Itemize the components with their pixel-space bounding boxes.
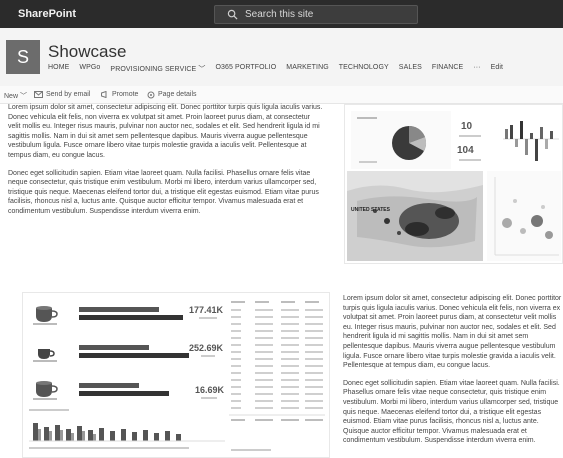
search-icon (227, 9, 238, 20)
coffee-cup-icon (33, 306, 58, 325)
app-name[interactable]: SharePoint (18, 8, 76, 20)
settings-icon (147, 91, 155, 99)
site-title[interactable]: Showcase (48, 42, 126, 62)
nav-technology[interactable]: TECHNOLOGY (339, 64, 389, 74)
new-button[interactable]: New ﹀ (4, 91, 27, 101)
search-box[interactable]: Search this site (214, 5, 418, 24)
content-text-right: Lorem ipsum dolor sit amet, consectetur … (343, 294, 563, 458)
kpi-caption-c (201, 397, 217, 399)
kpi-caption-1 (459, 135, 481, 137)
map-graphic (347, 171, 483, 261)
waterfall-chart (503, 121, 559, 161)
nav-o365-portfolio[interactable]: O365 PORTFOLIO (215, 64, 276, 74)
promote-button[interactable]: Promote (112, 91, 138, 98)
kpi-value-c: 16.69K (195, 385, 225, 395)
bar-1a (79, 307, 159, 312)
map-country-label: UNITED STATES (351, 207, 390, 213)
paragraph-2: Donec eget sollicitudin sapien. Etiam vi… (8, 169, 319, 215)
kpi-value-2: 104 (457, 145, 474, 156)
kpi-rows: 177.41K 252.69K 16.69K (29, 301, 225, 411)
kpi-value-b: 252.69K (189, 343, 224, 353)
pie-chart (351, 111, 451, 169)
nav-home[interactable]: HOME (48, 64, 69, 74)
megaphone-icon (101, 91, 107, 98)
nav-marketing[interactable]: MARKETING (286, 64, 329, 74)
paragraph-1: Lorem ipsum dolor sit amet, consectetur … (8, 104, 323, 159)
send-by-email-button[interactable]: Send by email (46, 91, 90, 98)
content-text-left: Lorem ipsum dolor sit amet, consectetur … (8, 103, 324, 225)
site-logo[interactable]: S (6, 40, 40, 74)
bar-3a (79, 383, 139, 388)
page-details-button[interactable]: Page details (158, 91, 197, 98)
bar-2a (79, 345, 149, 350)
tea-cup-icon (33, 381, 58, 400)
paragraph-3: Lorem ipsum dolor sit amet, consectetur … (343, 295, 562, 370)
kpi-caption-a (199, 317, 217, 319)
nav-wpgo[interactable]: WPGo (79, 64, 100, 74)
kpi-caption-b (201, 355, 215, 357)
suite-bar: SharePoint Search this site (0, 0, 563, 28)
kpi-value-a: 177.41K (189, 305, 224, 315)
kpi-block: 10 104 (455, 115, 495, 165)
scatter-chart (487, 171, 561, 261)
command-bar: New ﹀ Send by email Promote Page details (0, 86, 563, 104)
kpi-caption-2 (459, 159, 481, 161)
nav-finance[interactable]: FINANCE (432, 64, 463, 74)
site-header: S Showcase HOME WPGo PROVISIONING SERVIC… (0, 28, 563, 86)
site-navigation: HOME WPGo PROVISIONING SERVICE ﹀ O365 PO… (48, 64, 513, 74)
search-placeholder: Search this site (245, 9, 314, 20)
dashboard-top[interactable]: 10 104 UNITED STATES (344, 104, 563, 264)
nav-more[interactable]: ··· (473, 64, 480, 74)
mail-icon (34, 91, 43, 98)
nav-edit[interactable]: Edit (491, 64, 503, 74)
paragraph-4: Donec eget sollicitudin sapien. Etiam vi… (343, 379, 560, 445)
dashboard-bottom[interactable]: 177.41K 252.69K 16.69K (22, 292, 330, 458)
column-chart (29, 409, 225, 449)
map-visual[interactable]: UNITED STATES (347, 171, 483, 261)
kpi-value-1: 10 (461, 121, 473, 132)
nav-provisioning-service[interactable]: PROVISIONING SERVICE ﹀ (110, 64, 205, 74)
nav-sales[interactable]: SALES (399, 64, 422, 74)
bar-3b (79, 391, 169, 396)
bar-2b (79, 353, 189, 358)
espresso-cup-icon (33, 349, 57, 362)
bar-1b (79, 315, 183, 320)
data-table (229, 301, 325, 451)
